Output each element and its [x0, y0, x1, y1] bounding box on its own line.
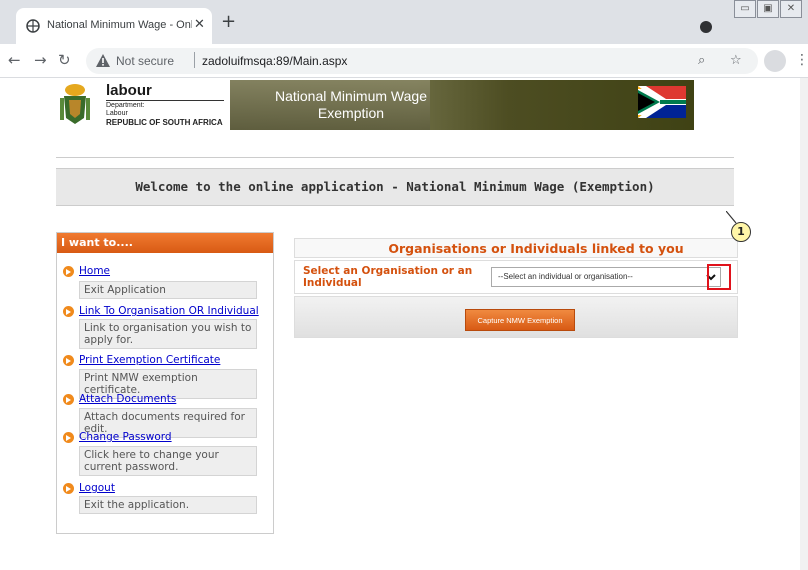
arrow-bullet-icon — [63, 483, 74, 494]
not-secure-label: Not secure — [116, 54, 175, 68]
department-logo: labour Department: Labour REPUBLIC OF SO… — [58, 80, 228, 130]
arrow-bullet-icon — [63, 266, 74, 277]
sidebar-desc-home: Exit Application — [79, 281, 257, 299]
warning-icon — [96, 54, 110, 67]
window-controls: ▭ ▣ ✕ — [733, 0, 802, 18]
close-window-icon[interactable]: ✕ — [780, 0, 802, 18]
page-viewport: labour Department: Labour REPUBLIC OF SO… — [0, 78, 808, 570]
select-row: Select an Organisation or an Individual … — [294, 260, 738, 294]
browser-toolbar: ← → ↻ Not secure zadoluifmsqa:89/Main.as… — [0, 44, 808, 78]
organisations-panel-title: Organisations or Individuals linked to y… — [294, 238, 738, 258]
logo-country: REPUBLIC OF SOUTH AFRICA — [106, 118, 223, 127]
sidebar-panel: I want to.... Home Exit Application Link… — [56, 232, 274, 534]
sidebar-desc-logout: Exit the application. — [79, 496, 257, 514]
url-divider — [194, 52, 195, 68]
sidebar-desc-link-organisation: Link to organisation you wish to apply f… — [79, 319, 257, 349]
logo-department-line1: Department: — [106, 102, 145, 109]
south-africa-flag-icon — [638, 86, 686, 118]
search-icon[interactable]: ⌕ — [698, 53, 705, 68]
arrow-bullet-icon — [63, 394, 74, 405]
step-callout-badge: 1 — [731, 222, 751, 242]
url-text[interactable]: zadoluifmsqa:89/Main.aspx — [202, 54, 347, 68]
new-tab-icon[interactable]: + — [221, 13, 236, 31]
browser-tab[interactable]: National Minimum Wage - Onlin ✕ — [16, 8, 212, 44]
sidebar-link-home[interactable]: Home — [79, 265, 110, 277]
forward-icon[interactable]: → — [34, 52, 47, 68]
maximize-icon[interactable]: ▣ — [757, 0, 779, 18]
minimize-icon[interactable]: ▭ — [734, 0, 756, 18]
logo-department-line2: Labour — [106, 110, 128, 117]
header-divider — [56, 157, 734, 158]
sidebar-link-link-organisation[interactable]: Link To Organisation OR Individual — [79, 305, 259, 317]
dropdown-highlight-box — [707, 264, 731, 290]
profile-icon[interactable] — [764, 50, 786, 72]
header-banner: National Minimum Wage Exemption — [230, 80, 694, 130]
vertical-scrollbar[interactable] — [800, 78, 808, 570]
organisations-panel: Organisations or Individuals linked to y… — [294, 238, 740, 340]
tab-title: National Minimum Wage - Onlin — [47, 19, 192, 31]
tab-close-icon[interactable]: ✕ — [194, 18, 205, 32]
menu-icon[interactable]: ⋮ — [795, 52, 808, 68]
browser-tab-bar: National Minimum Wage - Onlin ✕ + ▭ ▣ ✕ — [0, 0, 808, 44]
arrow-bullet-icon — [63, 355, 74, 366]
sidebar-link-change-password[interactable]: Change Password — [79, 431, 172, 443]
back-icon[interactable]: ← — [8, 52, 21, 68]
organisation-select[interactable]: --Select an individual or organisation-- — [491, 267, 721, 287]
arrow-bullet-icon — [63, 306, 74, 317]
reload-icon[interactable]: ↻ — [58, 52, 71, 68]
sidebar-link-attach-documents[interactable]: Attach Documents — [79, 393, 176, 405]
address-bar[interactable]: Not secure zadoluifmsqa:89/Main.aspx ⌕ ☆ — [86, 48, 758, 74]
banner-title: National Minimum Wage Exemption — [275, 88, 427, 121]
welcome-banner: Welcome to the online application - Nati… — [56, 168, 734, 206]
sidebar-desc-change-password: Click here to change your current passwo… — [79, 446, 257, 476]
sidebar-link-logout[interactable]: Logout — [79, 482, 115, 494]
arrow-bullet-icon — [63, 432, 74, 443]
globe-icon — [26, 19, 40, 33]
capture-nmw-exemption-button[interactable]: Capture NMW Exemption — [465, 309, 575, 331]
logo-divider — [106, 100, 224, 101]
logo-department: Department: Labour — [106, 102, 145, 118]
organisation-select-value: --Select an individual or organisation-- — [498, 272, 633, 281]
sidebar-title: I want to.... — [57, 233, 273, 253]
sidebar-link-print-certificate[interactable]: Print Exemption Certificate — [79, 354, 220, 366]
panel-footer: Capture NMW Exemption — [294, 296, 738, 338]
coat-of-arms-icon — [60, 84, 90, 124]
star-icon[interactable]: ☆ — [730, 53, 742, 68]
recording-indicator-icon — [700, 21, 712, 33]
select-label: Select an Organisation or an Individual — [303, 265, 473, 289]
logo-title: labour — [106, 82, 152, 99]
